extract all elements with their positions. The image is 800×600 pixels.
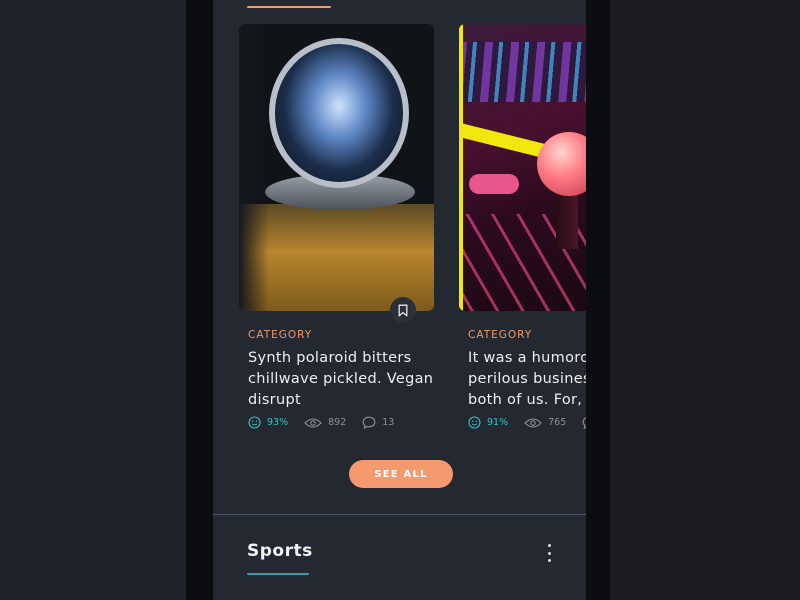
phone-screen: CATEGORY Synth polaroid bitters chillwav…: [213, 0, 586, 600]
image-shadow: [239, 24, 269, 311]
rating-stat: 91%: [468, 416, 508, 429]
comments-value: 13: [382, 417, 395, 428]
article-image[interactable]: [239, 24, 434, 311]
smiley-icon: [248, 416, 261, 429]
background-left: [0, 0, 186, 600]
article-title[interactable]: Synth polaroid bitters chillwave pickled…: [248, 348, 438, 411]
views-stat: 892: [304, 417, 346, 429]
joystick-ball: [537, 132, 586, 196]
eye-icon: [304, 417, 322, 428]
more-options-button[interactable]: [543, 544, 555, 562]
article-card[interactable]: CATEGORY Synth polaroid bitters chillwav…: [239, 24, 434, 429]
bookmark-icon: [398, 304, 408, 316]
comments-stat: 13: [362, 416, 394, 429]
section-title-underline: [247, 573, 309, 575]
section-title: Sports: [247, 541, 313, 561]
article-image[interactable]: [459, 24, 586, 311]
joystick-stick: [556, 189, 578, 249]
section-divider: [213, 514, 586, 515]
astronaut-helmet: [269, 38, 409, 188]
smiley-icon: [468, 416, 481, 429]
views-value: 765: [548, 417, 567, 428]
article-card[interactable]: CATEGORY It was a humorous perilous busi…: [459, 24, 586, 429]
article-stats: 93% 892 13: [248, 416, 410, 429]
previous-section-underline: [247, 6, 331, 8]
device-bezel-left: [186, 0, 213, 600]
rating-value: 91%: [487, 417, 509, 428]
rating-value: 93%: [267, 417, 289, 428]
device-bezel-right: [586, 0, 610, 600]
article-category[interactable]: CATEGORY: [248, 329, 312, 341]
article-stats: 91% 765: [468, 416, 586, 429]
comment-icon: [582, 417, 586, 429]
comment-icon: [362, 416, 376, 429]
rating-stat: 93%: [248, 416, 288, 429]
neon-lights: [459, 42, 586, 102]
bookmark-button[interactable]: [390, 297, 416, 323]
see-all-button[interactable]: SEE ALL: [349, 460, 453, 488]
article-category[interactable]: CATEGORY: [468, 329, 532, 341]
views-value: 892: [328, 417, 347, 428]
neon-yellow-edge: [459, 24, 463, 311]
article-title[interactable]: It was a humorous perilous business for …: [468, 348, 586, 411]
comments-stat: [582, 416, 586, 429]
background-right: [610, 0, 800, 600]
eye-icon: [524, 417, 542, 428]
neon-pink-shape: [469, 174, 519, 194]
more-vertical-icon: [547, 544, 551, 547]
views-stat: 765: [524, 417, 566, 429]
